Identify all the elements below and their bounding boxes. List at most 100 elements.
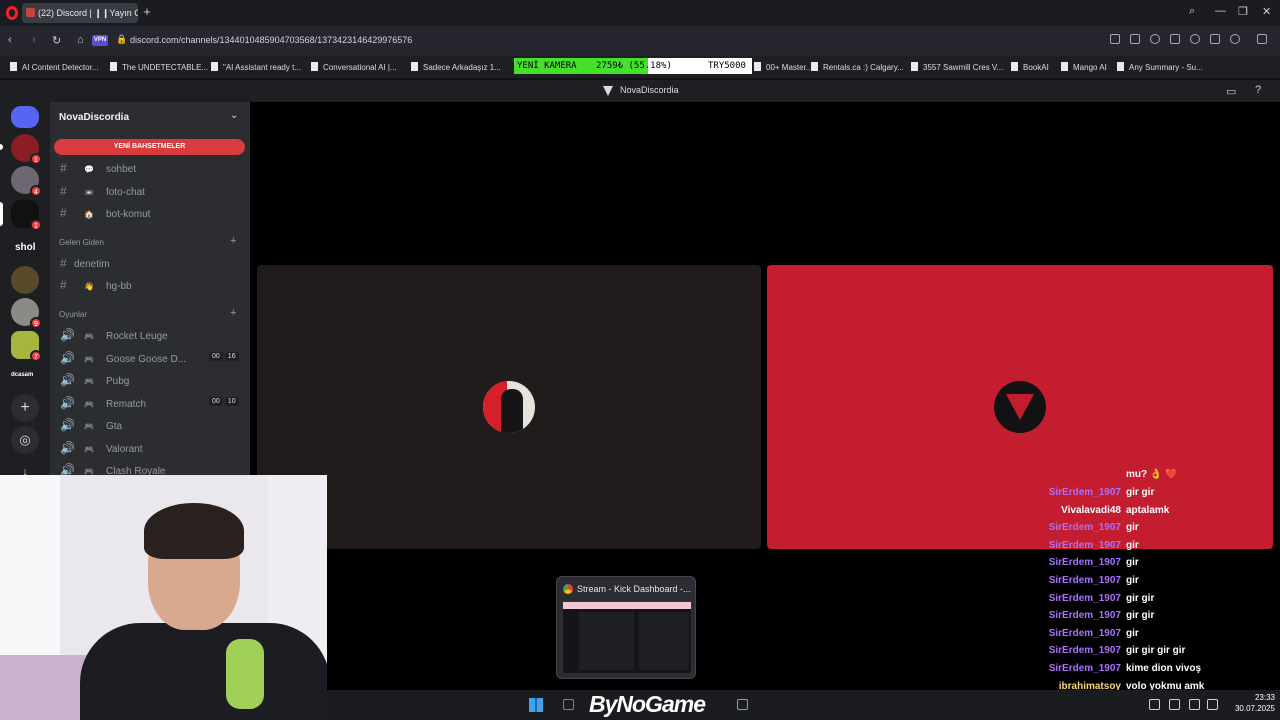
taskbar-preview[interactable]: Stream - Kick Dashboard -... (556, 576, 696, 679)
voice-channel[interactable]: 🔊 🎮 Goose Goose D... (60, 351, 186, 365)
channel-label: Rematch (106, 399, 147, 410)
voice-channel[interactable]: 🔊 🎮 Valorant (60, 441, 143, 455)
chat-text: aptalamk (1126, 504, 1170, 516)
browser-tab[interactable]: (22) Discord | ❙❙Yayın C (22, 3, 138, 23)
bookmark-item[interactable]: Conversational AI |... (311, 62, 397, 72)
menu-icon[interactable] (1210, 34, 1220, 44)
opera-logo-icon[interactable] (6, 6, 18, 20)
chat-username[interactable]: SirErdem_1907 (1049, 645, 1121, 656)
server-icon[interactable]: 1 (11, 134, 42, 165)
voice-channel[interactable]: 🔊 🎮 Gta (60, 418, 122, 432)
bookmark-item[interactable]: "AI Assistant ready t... (211, 62, 301, 72)
chevron-up-icon[interactable] (1149, 699, 1160, 710)
category-oyunlar[interactable]: Oyunlar (59, 310, 87, 319)
new-mentions-banner[interactable]: YENİ BAHSETMELER (54, 139, 245, 155)
participant-tile[interactable] (257, 265, 761, 549)
gamepad-icon: 🎮 (84, 445, 94, 454)
channel-foto-chat[interactable]: # 📼 foto-chat (60, 184, 145, 198)
battery-icon[interactable] (1207, 699, 1218, 710)
bookmark-item[interactable]: Sadece Arkadaşız 1... (411, 62, 501, 72)
clock-time[interactable]: 23:33 (1227, 693, 1275, 702)
app-icon[interactable] (737, 699, 748, 710)
heart-icon[interactable] (1190, 34, 1200, 44)
chat-username[interactable]: SirErdem_1907 (1049, 593, 1121, 604)
bookmark-item[interactable]: Rentals.ca :) Calgary... (811, 62, 904, 72)
bookmark-item[interactable]: AI Content Detector... (10, 62, 98, 72)
server-icon[interactable]: 4 (11, 166, 42, 197)
bookmark-item[interactable]: Any Summary - Su... (1117, 62, 1203, 72)
chat-username[interactable]: SirErdem_1907 (1049, 557, 1121, 568)
edit-icon[interactable] (1110, 34, 1120, 44)
channel-sohbet[interactable]: # 💬 sohbet (60, 161, 136, 175)
channel-bot-komut[interactable]: # 🏠 bot-komut (60, 206, 150, 220)
new-tab-icon[interactable]: + (140, 5, 154, 19)
home-icon[interactable]: ⌂ (77, 34, 84, 46)
server-label[interactable]: dcasam (11, 372, 33, 378)
search-icon[interactable]: ⌕ (1189, 5, 1195, 18)
chat-username[interactable]: SirErdem_1907 (1049, 610, 1121, 621)
mention-badge: 1 (30, 153, 42, 165)
shield-icon[interactable] (1150, 34, 1160, 44)
selected-pill (0, 202, 3, 226)
forward-icon[interactable]: › (32, 34, 36, 46)
channel-denetim[interactable]: # denetim (60, 256, 110, 270)
add-channel-icon[interactable]: + (230, 235, 236, 247)
chat-text: gir (1126, 627, 1139, 639)
speaker-icon: 🔊 (60, 396, 75, 410)
url-field[interactable]: discord.com/channels/1344010485904703568… (130, 35, 412, 45)
chat-username[interactable]: SirErdem_1907 (1049, 522, 1121, 533)
app-icon[interactable] (563, 699, 574, 710)
add-server-icon[interactable]: + (11, 394, 39, 422)
guild-name[interactable]: NovaDiscordia (59, 112, 129, 123)
chevron-down-icon[interactable]: ⌄ (230, 110, 238, 121)
close-icon[interactable]: ✕ (1262, 5, 1271, 18)
profile-icon[interactable] (1230, 34, 1240, 44)
browser-tab-strip: (22) Discord | ❙❙Yayın C + ⌕ — ❐ ✕ (0, 0, 1280, 26)
channel-hg-bb[interactable]: # 👋 hg-bb (60, 278, 132, 292)
discord-home-icon[interactable] (11, 106, 39, 128)
explore-icon[interactable]: ◎ (11, 426, 39, 454)
server-label[interactable]: shol (15, 242, 36, 253)
chrome-icon (563, 584, 573, 594)
chat-username[interactable]: SirErdem_1907 (1049, 575, 1121, 586)
address-bar-row: ‹ › ↻ ⌂ VPN 🔒 discord.com/channels/13440… (0, 26, 1280, 56)
bookmark-item[interactable]: 3557 Sawmill Cres V... (911, 62, 1003, 72)
clock-date[interactable]: 30.07.2025 (1227, 704, 1275, 713)
inbox-icon[interactable]: ▭ (1226, 85, 1236, 98)
hashtag-icon: # (60, 256, 67, 270)
server-icon-naxland[interactable] (11, 266, 39, 294)
extensions-icon[interactable] (1257, 34, 1267, 44)
bookmark-item[interactable]: BookAI (1011, 62, 1049, 72)
server-icon[interactable]: 9 (11, 298, 42, 329)
bookmark-item[interactable]: Mango AI (1061, 62, 1107, 72)
camera-icon[interactable] (1130, 34, 1140, 44)
windows-start-icon[interactable] (529, 698, 543, 712)
donation-goal-overlay: YENİ KAMERA 2759₺ (55.18%) TRY5000 (514, 58, 752, 74)
channel-emoji-icon: 📼 (84, 188, 94, 197)
wifi-icon[interactable] (1169, 699, 1180, 710)
back-icon[interactable]: ‹ (8, 34, 12, 46)
maximize-icon[interactable]: ❐ (1238, 5, 1248, 18)
bookmark-item[interactable]: The UNDETECTABLE... (110, 62, 208, 72)
category-gelen-giden[interactable]: Gelen Giden (59, 238, 104, 247)
server-icon[interactable]: 7 (11, 331, 42, 362)
chat-username[interactable]: SirErdem_1907 (1049, 487, 1121, 498)
chat-username[interactable]: SirErdem_1907 (1049, 540, 1121, 551)
goal-target: TRY5000 (708, 61, 746, 71)
vpn-badge[interactable]: VPN (92, 35, 108, 46)
chat-text: gir gir (1126, 592, 1155, 604)
chat-username[interactable]: Vivalavadi48 (1061, 505, 1121, 516)
play-icon[interactable] (1170, 34, 1180, 44)
voice-channel[interactable]: 🔊 🎮 Rematch (60, 396, 146, 410)
reload-icon[interactable]: ↻ (52, 34, 61, 47)
chat-username[interactable]: SirErdem_1907 (1049, 628, 1121, 639)
add-channel-icon[interactable]: + (230, 307, 236, 319)
server-icon-novadiscordia[interactable]: 1 (11, 200, 42, 231)
bookmark-item[interactable]: 00+ Master... (754, 62, 812, 72)
voice-channel[interactable]: 🔊 🎮 Rocket Leuge (60, 328, 168, 342)
help-icon[interactable]: ? (1255, 84, 1261, 96)
chat-username[interactable]: SirErdem_1907 (1049, 663, 1121, 674)
voice-channel[interactable]: 🔊 🎮 Pubg (60, 373, 129, 387)
minimize-icon[interactable]: — (1215, 5, 1226, 17)
volume-icon[interactable] (1189, 699, 1200, 710)
